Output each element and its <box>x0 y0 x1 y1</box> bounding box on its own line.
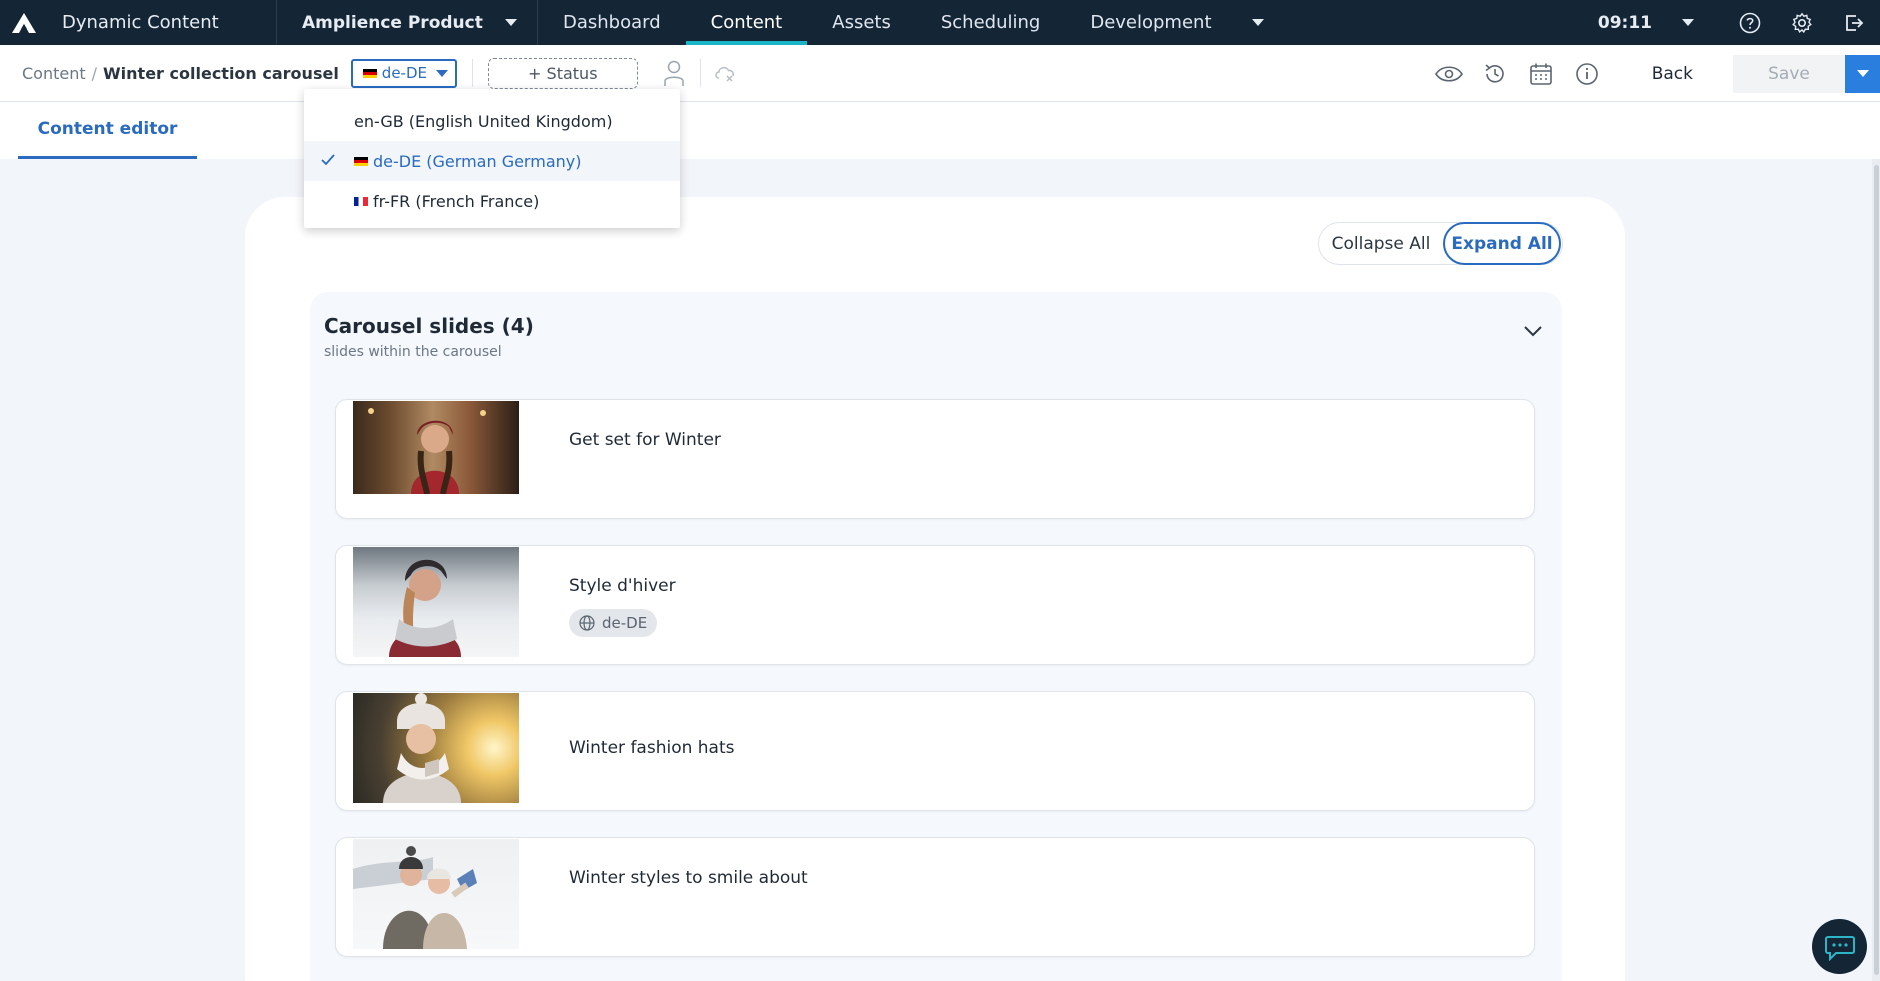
preview-eye-icon[interactable] <box>1429 54 1469 94</box>
tab-development-label: Development <box>1090 12 1212 33</box>
checkmark-icon <box>321 154 335 166</box>
app-name[interactable]: Dynamic Content <box>46 12 276 33</box>
locale-option-label: de-DE (German Germany) <box>373 151 582 171</box>
assign-user-icon[interactable] <box>654 53 694 93</box>
slide-title: Style d'hiver <box>569 576 676 596</box>
slide-card[interactable]: Get set for Winter <box>335 399 1535 519</box>
tab-content-editor[interactable]: Content editor <box>18 102 197 159</box>
history-icon[interactable] <box>1475 54 1515 94</box>
breadcrumb-current: Winter collection carousel <box>103 63 339 83</box>
locale-dropdown-menu: en-GB (English United Kingdom) de-DE (Ge… <box>304 89 680 228</box>
save-options-button[interactable] <box>1845 54 1880 93</box>
toolbar-divider <box>471 59 473 87</box>
collapse-expand-toggle: Collapse All Expand All <box>1318 222 1563 265</box>
section-title: Carousel slides (4) <box>324 314 534 338</box>
tab-assets[interactable]: Assets <box>807 0 916 45</box>
locale-selector[interactable]: de-DE <box>350 58 457 88</box>
slide-card[interactable]: Winter fashion hats <box>335 691 1535 811</box>
chevron-down-icon[interactable] <box>1524 322 1542 341</box>
tab-content[interactable]: Content <box>685 0 808 45</box>
slide-thumbnail <box>353 401 519 495</box>
save-button[interactable]: Save <box>1733 54 1845 93</box>
hub-name: Amplience Product <box>302 12 483 33</box>
slide-title: Get set for Winter <box>569 430 721 450</box>
chevron-down-icon <box>1856 70 1869 77</box>
chevron-down-icon <box>505 19 517 26</box>
toolbar-divider <box>699 59 701 87</box>
locale-option-de-de[interactable]: de-DE (German Germany) <box>304 141 680 181</box>
amplience-logo-icon[interactable] <box>2 0 46 45</box>
back-button[interactable]: Back <box>1652 64 1693 84</box>
locale-option-en-gb[interactable]: en-GB (English United Kingdom) <box>304 101 680 141</box>
slide-thumbnail <box>353 693 519 803</box>
user-menu-chevron-icon[interactable] <box>1682 19 1694 26</box>
calendar-icon[interactable] <box>1521 54 1561 94</box>
clock: 09:11 <box>1597 12 1652 33</box>
chat-icon[interactable] <box>1812 919 1867 974</box>
locale-value: de-DE <box>381 64 427 82</box>
chevron-down-icon <box>435 69 448 77</box>
locale-option-label: fr-FR (French France) <box>373 191 540 211</box>
top-nav: Dynamic Content Amplience Product Dashbo… <box>0 0 1880 45</box>
slide-card[interactable]: Winter styles to smile about <box>335 837 1535 957</box>
settings-icon[interactable] <box>1776 0 1828 45</box>
tab-dashboard[interactable]: Dashboard <box>538 0 686 45</box>
slide-thumbnail <box>353 839 519 949</box>
slide-card[interactable]: Style d'hiver de-DE <box>335 545 1535 665</box>
globe-icon <box>579 615 595 631</box>
locale-badge: de-DE <box>569 609 657 637</box>
locale-option-fr-fr[interactable]: fr-FR (French France) <box>304 181 680 221</box>
nav-right: 09:11 <box>1598 0 1880 45</box>
slide-title: Winter fashion hats <box>569 738 735 758</box>
toolbar-right: Back Save <box>1413 45 1880 102</box>
editor-card: Collapse All Expand All Carousel slides … <box>245 197 1625 981</box>
carousel-slides-section: Carousel slides (4) slides within the ca… <box>310 292 1562 981</box>
slide-title: Winter styles to smile about <box>569 868 808 888</box>
collapse-all-button[interactable]: Collapse All <box>1319 222 1443 265</box>
tab-scheduling[interactable]: Scheduling <box>916 0 1065 45</box>
chevron-down-icon <box>1251 19 1264 26</box>
breadcrumb-separator: / <box>91 63 98 83</box>
editor-tabs: Content editor <box>0 102 1880 159</box>
add-status-button[interactable]: + Status <box>487 57 638 89</box>
locale-option-label: en-GB (English United Kingdom) <box>354 111 613 131</box>
locale-badge-label: de-DE <box>602 614 648 632</box>
logout-icon[interactable] <box>1828 0 1880 45</box>
content-toolbar: Content / Winter collection carousel de-… <box>0 45 1880 102</box>
info-icon[interactable] <box>1567 54 1607 94</box>
slide-thumbnail <box>353 547 519 657</box>
scrollbar-thumb[interactable] <box>1874 165 1879 975</box>
hub-selector[interactable]: Amplience Product <box>277 13 537 33</box>
breadcrumb-root[interactable]: Content <box>22 64 86 83</box>
flag-de-icon <box>354 156 368 166</box>
flag-de-icon <box>362 68 377 78</box>
section-subtitle: slides within the carousel <box>324 344 502 360</box>
flag-fr-icon <box>354 196 368 206</box>
help-icon[interactable] <box>1724 0 1776 45</box>
expand-all-button[interactable]: Expand All <box>1443 222 1561 265</box>
cloud-sync-icon[interactable] <box>705 53 745 93</box>
tab-development[interactable]: Development <box>1065 0 1288 45</box>
